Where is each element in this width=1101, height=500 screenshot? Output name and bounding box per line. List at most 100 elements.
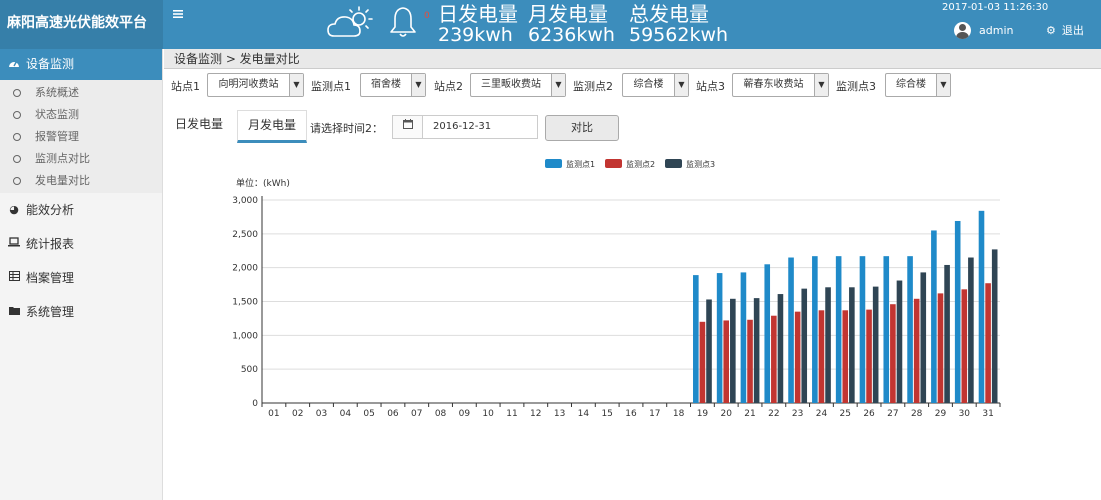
bar-监测点2 bbox=[723, 320, 730, 403]
bar-监测点3 bbox=[801, 288, 808, 403]
bar-监测点3 bbox=[968, 257, 974, 403]
compare-button[interactable]: 对比 bbox=[545, 115, 619, 141]
circle-icon bbox=[13, 89, 21, 97]
sidebar-item-device-monitoring[interactable]: 设备监测 bbox=[0, 49, 162, 80]
x-tick-label: 07 bbox=[411, 409, 422, 419]
sidebar-subitem-overview[interactable]: 系统概述 bbox=[0, 82, 162, 104]
circle-icon bbox=[13, 111, 21, 119]
x-tick-label: 26 bbox=[863, 409, 875, 419]
bar-监测点3 bbox=[825, 287, 831, 403]
sidebar-subitem-generation-compare[interactable]: 发电量对比 bbox=[0, 170, 162, 192]
circle-icon bbox=[13, 177, 21, 185]
bar-监测点2 bbox=[771, 315, 777, 403]
bar-监测点3 bbox=[777, 294, 784, 403]
table-icon bbox=[8, 261, 20, 295]
username: admin bbox=[979, 24, 1014, 37]
stat-label: 日发电量 bbox=[438, 2, 518, 26]
sidebar-subitem-alarm[interactable]: 报警管理 bbox=[0, 126, 162, 148]
y-tick-label: 2,500 bbox=[232, 230, 258, 240]
x-tick-label: 28 bbox=[911, 409, 923, 419]
sidebar-item-reports[interactable]: 统计报表 bbox=[0, 227, 162, 261]
y-tick-label: 3,000 bbox=[232, 196, 258, 206]
date-picker[interactable]: 2016-12-31 bbox=[392, 115, 538, 139]
station3-label: 站点3 bbox=[696, 80, 725, 93]
select-value: 宿舍楼 bbox=[371, 79, 401, 90]
sidebar-subitem-label: 系统概述 bbox=[35, 86, 79, 99]
legend-swatch bbox=[605, 159, 622, 168]
point2-label: 监测点2 bbox=[573, 80, 613, 93]
x-tick-label: 21 bbox=[744, 409, 755, 419]
point2-select[interactable]: 综合楼 ▼ bbox=[622, 73, 689, 97]
tab-daily-generation[interactable]: 日发电量 bbox=[164, 110, 234, 143]
top-header: 麻阳高速光伏能效平台 0 日发电量 239kwh 月发电量 6236kwh 总发… bbox=[0, 0, 1101, 49]
sidebar-item-efficiency[interactable]: ◕ 能效分析 bbox=[0, 193, 162, 227]
x-tick-label: 18 bbox=[673, 409, 685, 419]
stat-value: 6236kwh bbox=[528, 24, 615, 46]
circle-icon bbox=[13, 155, 21, 163]
sidebar-item-archives[interactable]: 档案管理 bbox=[0, 261, 162, 295]
point3-select[interactable]: 综合楼 ▼ bbox=[885, 73, 951, 97]
point1-label: 监测点1 bbox=[311, 80, 351, 93]
station2-label: 站点2 bbox=[434, 80, 463, 93]
y-tick-label: 500 bbox=[241, 365, 258, 375]
y-tick-label: 1,000 bbox=[232, 331, 258, 341]
bar-监测点3 bbox=[991, 249, 998, 403]
logout-label: 退出 bbox=[1061, 24, 1084, 37]
x-tick-label: 01 bbox=[268, 409, 279, 419]
user-menu[interactable]: admin bbox=[954, 22, 1013, 39]
chevron-down-icon: ▼ bbox=[551, 74, 565, 96]
x-tick-label: 19 bbox=[697, 409, 709, 419]
folder-icon bbox=[8, 295, 20, 329]
chevron-down-icon: ▼ bbox=[814, 74, 828, 96]
x-tick-label: 12 bbox=[530, 409, 541, 419]
y-tick-label: 0 bbox=[252, 399, 258, 409]
sidebar-subitem-point-compare[interactable]: 监测点对比 bbox=[0, 148, 162, 170]
bar-监测点3 bbox=[872, 286, 879, 403]
sidebar: 设备监测 系统概述 状态监测 报警管理 监测点对比 发电量对比 ◕ 能效分析 统计… bbox=[0, 49, 163, 500]
x-tick-label: 06 bbox=[387, 409, 399, 419]
tab-monthly-generation[interactable]: 月发电量 bbox=[237, 110, 307, 143]
total-generation-stat: 总发电量 59562kwh bbox=[629, 3, 728, 46]
stat-value: 59562kwh bbox=[629, 24, 729, 46]
station3-select[interactable]: 蕲春东收费站 ▼ bbox=[732, 73, 829, 97]
x-tick-label: 04 bbox=[340, 409, 352, 419]
point1-select[interactable]: 宿舍楼 ▼ bbox=[360, 73, 426, 97]
sidebar-subitem-label: 发电量对比 bbox=[35, 174, 90, 187]
x-tick-label: 15 bbox=[601, 409, 612, 419]
bar-监测点1 bbox=[812, 256, 818, 403]
bar-监测点3 bbox=[944, 264, 950, 403]
app-title[interactable]: 麻阳高速光伏能效平台 bbox=[0, 0, 163, 49]
bell-icon[interactable] bbox=[388, 5, 418, 39]
chart-svg: 0 500 1,000 1,500 2,000 2,500 3,000 单位：(kWh) 01 0… bbox=[232, 159, 1001, 419]
calendar-icon[interactable] bbox=[393, 116, 423, 138]
bar-监测点2 bbox=[866, 309, 872, 403]
bar-监测点2 bbox=[961, 289, 968, 403]
logout-button[interactable]: ⚙ 退出 bbox=[1046, 22, 1084, 38]
sidebar-item-system[interactable]: 系统管理 bbox=[0, 295, 162, 329]
laptop-icon bbox=[8, 227, 20, 261]
sidebar-subitem-status[interactable]: 状态监测 bbox=[0, 104, 162, 126]
bar-监测点1 bbox=[693, 275, 699, 403]
hamburger-icon[interactable] bbox=[173, 7, 183, 22]
sidebar-subitem-label: 报警管理 bbox=[35, 130, 79, 143]
daily-generation-stat: 日发电量 239kwh bbox=[438, 3, 518, 46]
bar-监测点2 bbox=[818, 310, 825, 403]
x-tick-label: 08 bbox=[435, 409, 447, 419]
chevron-down-icon: ▼ bbox=[289, 74, 303, 96]
station1-select[interactable]: 向明河收费站 ▼ bbox=[207, 73, 304, 97]
bar-监测点1 bbox=[859, 256, 866, 403]
bar-监测点3 bbox=[753, 298, 760, 403]
x-tick-label: 10 bbox=[482, 409, 494, 419]
chevron-down-icon: ▼ bbox=[936, 74, 950, 96]
x-tick-label: 23 bbox=[792, 409, 803, 419]
x-tick-label: 30 bbox=[959, 409, 971, 419]
stat-label: 月发电量 bbox=[528, 2, 608, 26]
x-tick-label: 02 bbox=[292, 409, 303, 419]
bar-监测点2 bbox=[747, 319, 753, 403]
bar-监测点1 bbox=[835, 256, 842, 403]
stat-value: 239kwh bbox=[438, 24, 513, 46]
legend-swatch bbox=[545, 159, 562, 168]
bar-监测点1 bbox=[931, 230, 937, 403]
y-tick-label: 1,500 bbox=[232, 298, 258, 308]
station2-select[interactable]: 三里畈收费站 ▼ bbox=[470, 73, 566, 97]
